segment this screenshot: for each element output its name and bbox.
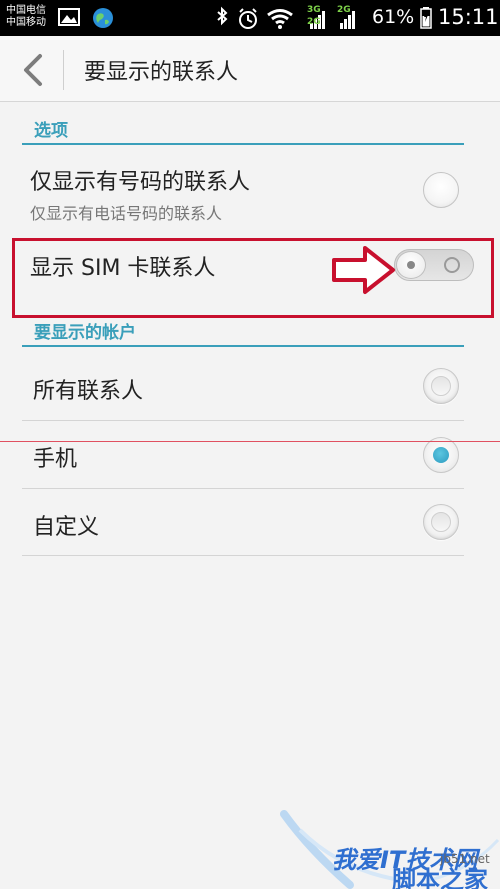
image-icon: [58, 8, 80, 26]
radio-custom[interactable]: [423, 504, 459, 540]
back-button[interactable]: [14, 50, 54, 90]
radio-all-contacts[interactable]: [423, 368, 459, 404]
row-title: 手机: [33, 447, 78, 472]
battery-percent: 61%: [372, 6, 415, 28]
row-divider: [22, 555, 464, 556]
battery-icon: [420, 7, 432, 29]
bluetooth-icon: [217, 6, 228, 26]
row-divider: [22, 420, 464, 421]
section-divider-options: [22, 143, 464, 145]
row-divider: [22, 488, 464, 489]
status-bar: 中国电信 中国移动 3G 2G 2G 61% 15:11: [0, 0, 500, 36]
row-title: 仅显示有号码的联系人: [30, 170, 251, 195]
net-label-2g-b: 2G: [337, 5, 351, 15]
row-title: 自定义: [33, 515, 100, 540]
carrier-2: 中国移动: [6, 17, 46, 28]
chevron-left-icon: [24, 54, 42, 86]
row-title: 所有联系人: [33, 379, 144, 404]
section-header-accounts: 要显示的帐户: [34, 323, 136, 343]
carrier-1: 中国电信: [6, 5, 46, 16]
wifi-icon: [267, 9, 293, 29]
globe-icon: [93, 8, 113, 28]
alarm-icon: [239, 8, 257, 29]
annotation-highlight-box: [12, 238, 494, 318]
clock: 15:11: [438, 5, 499, 29]
app-header: 要显示的联系人: [0, 36, 500, 102]
page-title: 要显示的联系人: [84, 60, 239, 85]
row-subtitle: 仅显示有电话号码的联系人: [30, 204, 223, 223]
section-divider-accounts: [22, 345, 464, 347]
net-label-3g: 3G: [307, 5, 321, 15]
carrier-names: 中国电信 中国移动: [6, 5, 46, 29]
annotation-arrow-icon: [332, 246, 395, 294]
radio-phone[interactable]: [423, 437, 459, 473]
section-header-options: 选项: [34, 121, 68, 141]
net-label-2g-a: 2G: [307, 17, 321, 27]
radio-show-with-numbers[interactable]: [423, 172, 459, 208]
annotation-line: [0, 441, 500, 442]
watermark-text-3: 脚本之家: [392, 866, 488, 889]
header-divider: [63, 50, 64, 90]
